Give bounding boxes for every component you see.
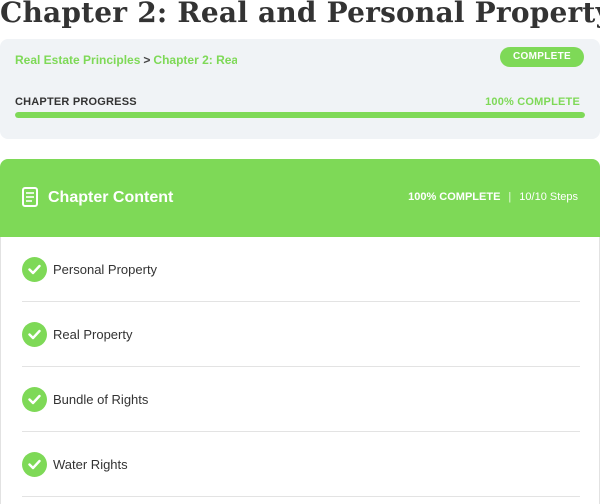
step-item[interactable]: Bundle of Rights <box>22 367 580 432</box>
step-item[interactable]: Real Property <box>22 302 580 367</box>
checkmark-icon <box>22 322 47 347</box>
breadcrumb-course-link[interactable]: Real Estate Principles <box>15 53 140 67</box>
page-title: Chapter 2: Real and Personal Property <box>0 0 600 29</box>
content-percent: 100% COMPLETE <box>408 191 501 203</box>
checkmark-icon <box>22 257 47 282</box>
progress-percent: 100% COMPLETE <box>485 96 580 108</box>
document-icon <box>22 187 38 212</box>
progress-bar-fill <box>15 112 585 118</box>
step-label: Water Rights <box>53 457 128 472</box>
breadcrumb-chapter-link[interactable]: Chapter 2: Real <box>153 53 237 67</box>
checkmark-icon <box>22 387 47 412</box>
status-divider: | <box>508 191 512 203</box>
chapter-content-list: Personal Property Real Property Bundle o… <box>0 237 600 504</box>
breadcrumb-separator: > <box>143 53 151 67</box>
chapter-content-header[interactable]: Chapter Content 100% COMPLETE | 10/10 Step… <box>0 159 600 237</box>
status-badge: COMPLETE <box>500 47 584 67</box>
step-item[interactable]: Personal Property <box>22 237 580 302</box>
step-item[interactable]: Water Rights <box>22 432 580 497</box>
progress-bar <box>15 112 585 118</box>
step-label: Personal Property <box>53 262 158 277</box>
step-label: Bundle of Rights <box>53 392 149 407</box>
chapter-content-status: 100% COMPLETE | 10/10 Steps <box>408 191 578 203</box>
chapter-content-title: Chapter Content <box>48 189 174 206</box>
step-label: Real Property <box>53 327 133 342</box>
checkmark-icon <box>22 452 47 477</box>
steps-count: 10/10 Steps <box>519 191 578 203</box>
breadcrumb: Real Estate Principles > Chapter 2: Real <box>15 53 237 67</box>
progress-label: CHAPTER PROGRESS <box>15 96 137 108</box>
